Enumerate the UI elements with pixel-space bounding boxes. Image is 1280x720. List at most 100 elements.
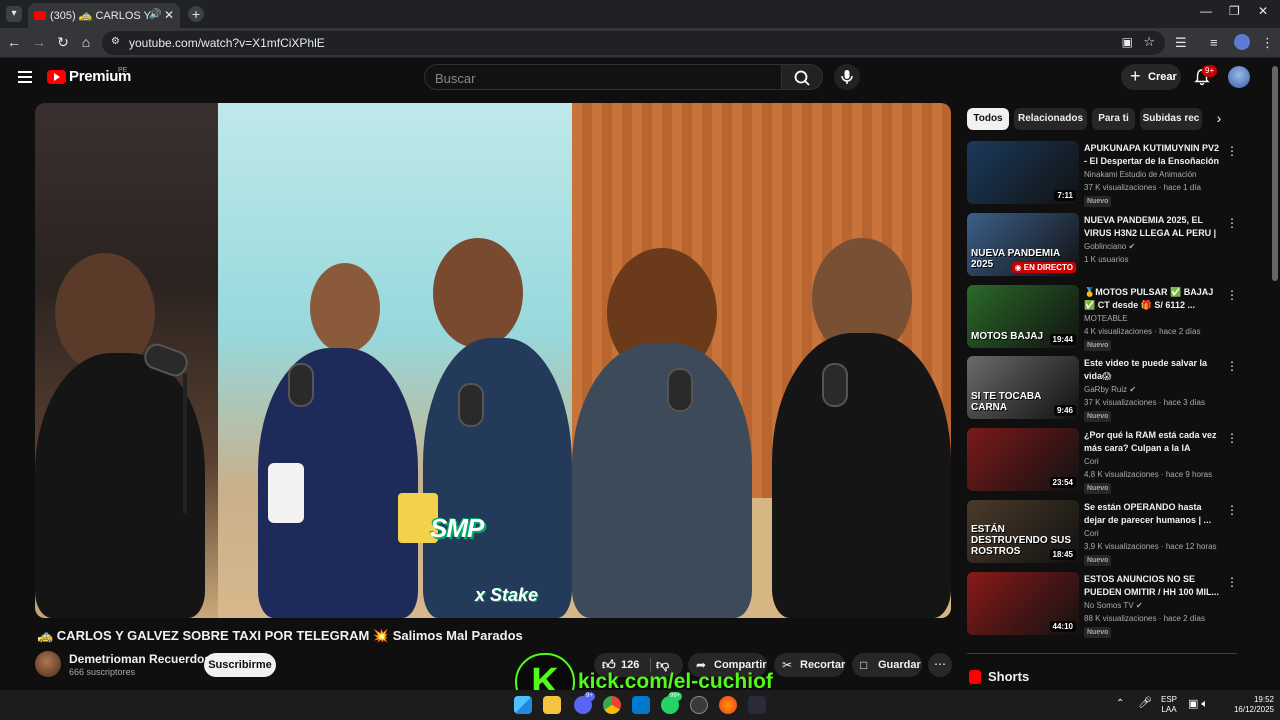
- tab-audio-icon[interactable]: 🔊: [149, 9, 161, 20]
- recommendation-channel[interactable]: Cori: [1084, 529, 1099, 538]
- new-tab-button[interactable]: +: [188, 6, 204, 22]
- bookmark-star-icon[interactable]: ☆: [1143, 34, 1155, 50]
- tab-search-button[interactable]: ▾: [6, 6, 22, 22]
- recommendation-item[interactable]: 23:54 ¿Por qué la RAM está cada vez más c…: [967, 428, 1238, 494]
- tab-close-icon[interactable]: ✕: [164, 8, 174, 22]
- recommendation-channel[interactable]: GaRby Ruiz ✔: [1084, 385, 1136, 394]
- video-thumbnail[interactable]: NUEVA PANDEMIA 2025 ◉ EN DIRECTO: [967, 213, 1079, 276]
- recommendation-title[interactable]: Se están OPERANDO hasta dejar de parecer…: [1084, 501, 1220, 527]
- channel-avatar[interactable]: [35, 651, 61, 677]
- address-bar[interactable]: ⚙ youtube.com/watch?v=X1mfCiXPhlE ▣ ☆: [102, 31, 1165, 55]
- recommendation-title[interactable]: Este video te puede salvar la vida😱: [1084, 357, 1220, 383]
- video-thumbnail[interactable]: ESTÁN DESTRUYENDO SUS ROSTROS 18:45: [967, 500, 1079, 563]
- video-thumbnail[interactable]: MOTOS BAJAJ 19:44: [967, 285, 1079, 348]
- clip-button[interactable]: ✂ Recortar: [774, 653, 845, 677]
- recommendation-item[interactable]: 7:11 APUKUNAPA KUTIMUYNIN PV2 - El Desper…: [967, 141, 1238, 207]
- video-thumbnail[interactable]: 44:10: [967, 572, 1079, 635]
- search-button[interactable]: [781, 64, 823, 90]
- account-avatar[interactable]: [1228, 66, 1250, 88]
- chip-relacionados[interactable]: Relacionados: [1014, 108, 1087, 130]
- page-scrollbar[interactable]: [1272, 66, 1278, 281]
- back-icon[interactable]: ←: [6, 34, 22, 50]
- vscode-icon[interactable]: [632, 696, 650, 714]
- clock-time: 19:52: [1253, 695, 1274, 704]
- more-options-icon[interactable]: ⋮: [1226, 431, 1238, 445]
- recommendation-item[interactable]: NUEVA PANDEMIA 2025 ◉ EN DIRECTO NUEVA PAN…: [967, 213, 1238, 279]
- extensions-icon[interactable]: ☰: [1175, 35, 1187, 51]
- search-input[interactable]: [435, 69, 765, 87]
- video-player[interactable]: SMP x Stake: [35, 103, 951, 618]
- save-button[interactable]: □ Guardar: [852, 653, 922, 677]
- recommendation-channel[interactable]: No Somos TV ✔: [1084, 601, 1143, 610]
- restore-icon[interactable]: ❐: [1229, 4, 1240, 18]
- podcast-mic-icon: [667, 368, 693, 412]
- more-options-icon[interactable]: ⋮: [1226, 359, 1238, 373]
- new-badge: Nuevo: [1084, 627, 1112, 638]
- recommendation-title[interactable]: NUEVA PANDEMIA 2025, EL VIRUS H3N2 LLEGA…: [1084, 214, 1220, 240]
- recommendation-channel[interactable]: Ninakami Estudio de Animación: [1084, 170, 1197, 179]
- browser-tab-youtube[interactable]: (305) 🚕 CARLOS Y GALVE 🔊 ✕: [28, 3, 180, 28]
- chip-para-ti[interactable]: Para ti: [1092, 108, 1135, 130]
- subscribe-button[interactable]: Suscribirme: [204, 653, 276, 677]
- new-badge: Nuevo: [1084, 340, 1112, 351]
- network-volume-icons[interactable]: ▣ 🔈︎: [1188, 697, 1208, 711]
- recommendation-title[interactable]: ESTOS ANUNCIOS NO SE PUEDEN OMITIR / HH …: [1084, 573, 1220, 599]
- recommendation-title[interactable]: ¿Por qué la RAM está cada vez más cara? …: [1084, 429, 1220, 455]
- site-info-icon[interactable]: ⚙: [111, 36, 125, 50]
- tab-title: (305) 🚕 CARLOS Y GALVE: [50, 10, 154, 22]
- chip-todos[interactable]: Todos: [967, 108, 1009, 130]
- browser-menu-icon[interactable]: ⋮: [1261, 35, 1274, 51]
- more-options-icon[interactable]: ⋮: [1226, 503, 1238, 517]
- steam-icon[interactable]: [690, 696, 708, 714]
- home-icon[interactable]: ⌂: [78, 34, 94, 50]
- recommendation-title[interactable]: 🥇MOTOS PULSAR ✅ BAJAJ ✅ CT desde 🎁 S/ 61…: [1084, 286, 1220, 312]
- window-close-icon[interactable]: ✕: [1258, 4, 1268, 18]
- input-language[interactable]: ESP LAA: [1161, 695, 1177, 715]
- recommendation-channel[interactable]: Goblinciano ✔: [1084, 242, 1135, 251]
- video-frame-panel-right: [572, 103, 951, 618]
- video-thumbnail[interactable]: 23:54: [967, 428, 1079, 491]
- lang-line-2: LAA: [1161, 705, 1177, 714]
- shorts-icon: [969, 670, 981, 684]
- forward-icon[interactable]: →: [31, 34, 47, 50]
- more-options-icon[interactable]: ⋮: [1226, 216, 1238, 230]
- chevron-right-icon[interactable]: ›: [1210, 110, 1228, 128]
- firefox-icon[interactable]: [719, 696, 737, 714]
- microphone-tray-icon[interactable]: 🎤︎: [1138, 696, 1152, 709]
- browser-profile-avatar[interactable]: [1234, 34, 1250, 50]
- recommendation-item[interactable]: MOTOS BAJAJ 19:44 🥇MOTOS PULSAR ✅ BAJAJ ✅ …: [967, 285, 1238, 351]
- youtube-logo-icon[interactable]: [47, 70, 66, 84]
- more-options-icon[interactable]: ⋮: [1226, 288, 1238, 302]
- video-thumbnail[interactable]: 7:11: [967, 141, 1079, 204]
- more-options-icon[interactable]: ⋮: [1226, 144, 1238, 158]
- windows-start-icon[interactable]: [514, 696, 532, 714]
- channel-name[interactable]: Demetrioman Recuerdos: [69, 652, 211, 666]
- recommendation-channel[interactable]: Cori: [1084, 457, 1099, 466]
- more-options-icon[interactable]: ⋮: [1226, 575, 1238, 589]
- recommendation-meta: 4 K visualizaciones · hace 2 días: [1084, 327, 1201, 336]
- reload-icon[interactable]: ↻: [55, 34, 71, 51]
- obs-icon[interactable]: [748, 696, 766, 714]
- chrome-icon[interactable]: [603, 696, 621, 714]
- recommendation-channel[interactable]: MOTEABLE: [1084, 314, 1128, 323]
- video-duration: 23:54: [1049, 477, 1076, 488]
- logo-country-code: PE: [118, 67, 128, 74]
- minimize-icon[interactable]: —: [1200, 4, 1212, 18]
- windows-taskbar: 9+ 99+ ⌃ 🎤︎ ESP LAA ▣ 🔈︎ 19:52 16/12/202…: [0, 690, 1280, 720]
- recommendation-item[interactable]: ESTÁN DESTRUYENDO SUS ROSTROS 18:45 Se est…: [967, 500, 1238, 566]
- voice-search-button[interactable]: [834, 64, 860, 90]
- file-explorer-icon[interactable]: [543, 696, 561, 714]
- tray-overflow-icon[interactable]: ⌃: [1116, 698, 1124, 709]
- recommendation-item[interactable]: SI TE TOCABA CARNA 9:46 Este video te pued…: [967, 356, 1238, 422]
- recommendation-item[interactable]: 44:10 ESTOS ANUNCIOS NO SE PUEDEN OMITIR …: [967, 572, 1238, 638]
- install-app-icon[interactable]: ▣: [1122, 35, 1133, 49]
- reading-list-icon[interactable]: ≡: [1210, 35, 1218, 50]
- more-actions-button[interactable]: ⋯: [928, 653, 952, 677]
- chip-subidas-recientes[interactable]: Subidas rec: [1140, 108, 1202, 130]
- recommendation-meta: 4,8 K visualizaciones · hace 9 horas: [1084, 470, 1213, 479]
- system-clock[interactable]: 19:52 16/12/2025: [1222, 695, 1274, 715]
- menu-icon[interactable]: [18, 71, 32, 83]
- create-button[interactable]: + Crear: [1121, 64, 1181, 90]
- recommendation-title[interactable]: APUKUNAPA KUTIMUYNIN PV2 - El Despertar …: [1084, 142, 1220, 168]
- video-thumbnail[interactable]: SI TE TOCABA CARNA 9:46: [967, 356, 1079, 419]
